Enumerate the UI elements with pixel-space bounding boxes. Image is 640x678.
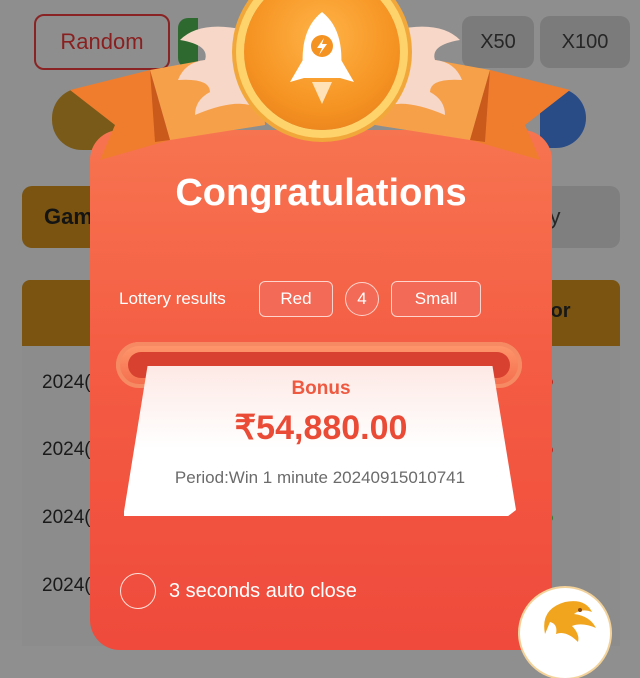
table-row-period: 2024(	[42, 507, 91, 528]
bonus-label: Bonus	[291, 378, 351, 399]
auto-close-label: 3 seconds auto close	[169, 580, 357, 602]
dialog-title: Congratulations	[175, 172, 467, 214]
dragon-glyph	[544, 601, 596, 642]
table-row-period: 2024(	[42, 372, 91, 393]
rocket-icon	[290, 12, 354, 104]
result-number-badge: 4	[345, 282, 379, 316]
bonus-amount: ₹54,880.00	[234, 409, 408, 447]
table-row-period: 2024(	[42, 439, 91, 460]
result-size-badge: Small	[391, 281, 481, 317]
auto-close-checkbox[interactable]	[120, 573, 156, 609]
table-row-period: 2024(	[42, 575, 91, 596]
period-text: Period:Win 1 minute 20240915010741	[174, 468, 466, 487]
result-color-badge: Red	[259, 281, 333, 317]
lottery-results-label: Lottery results	[119, 289, 226, 308]
